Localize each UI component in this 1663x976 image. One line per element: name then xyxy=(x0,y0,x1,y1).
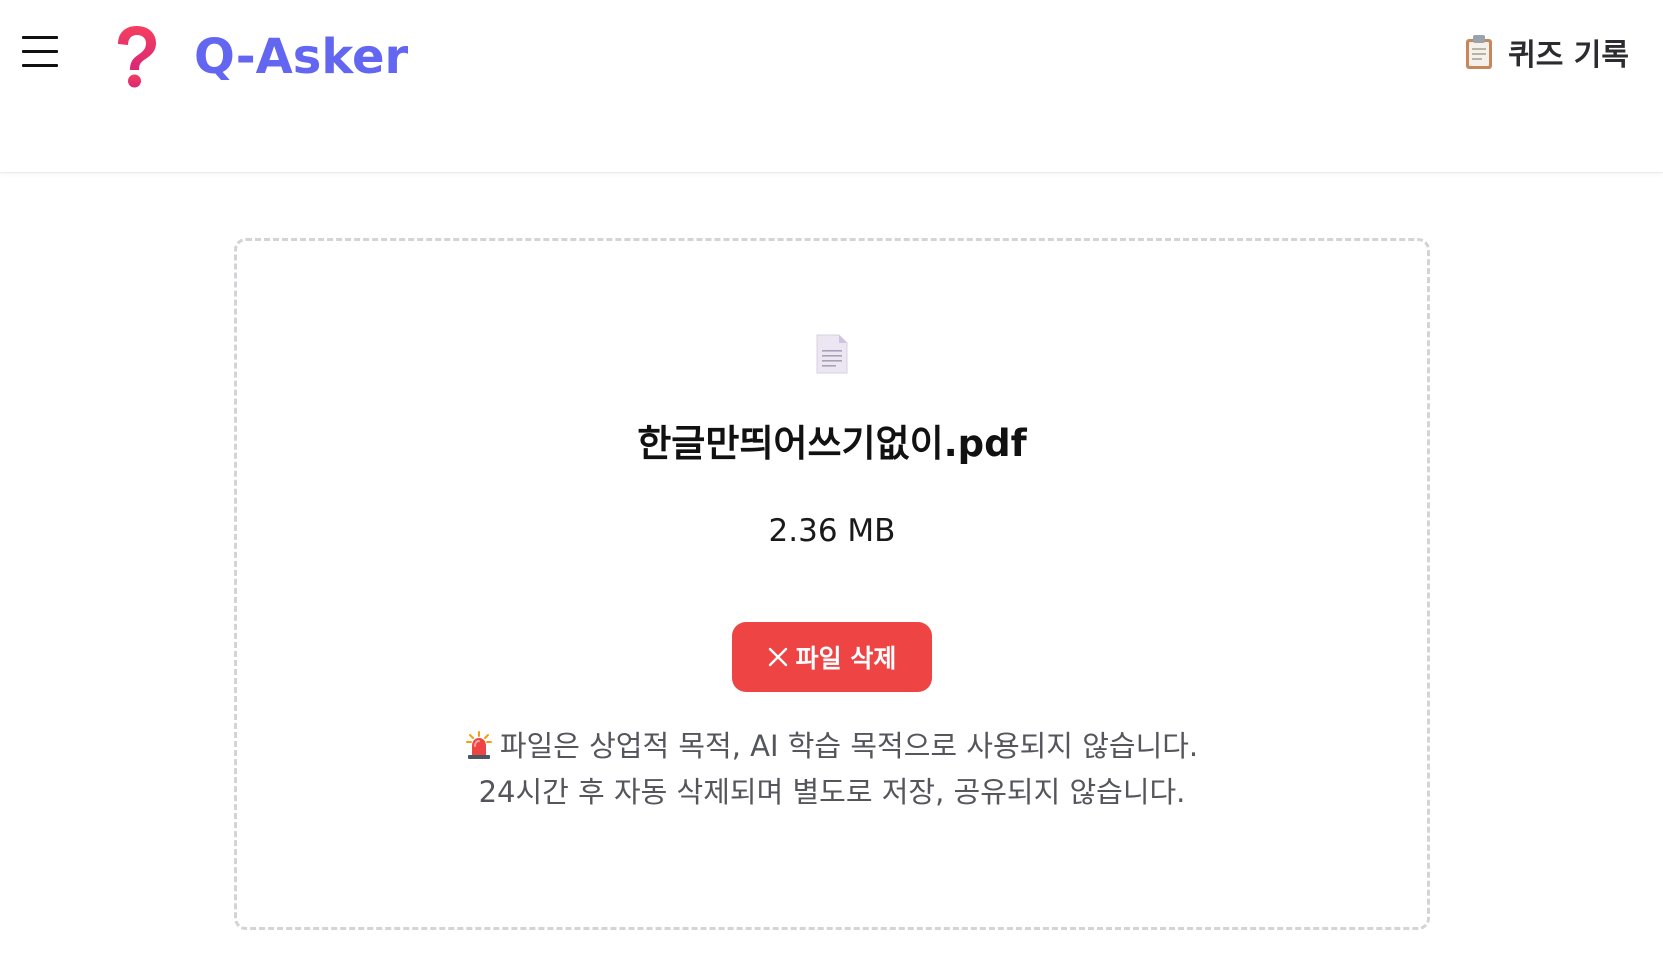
clipboard-icon xyxy=(1466,35,1493,69)
quiz-history-label: 퀴즈 기록 xyxy=(1508,38,1629,73)
privacy-notice-text-1: 파일은 상업적 목적, AI 학습 목적으로 사용되지 않습니다. xyxy=(499,729,1199,763)
privacy-notice-line-1: 파일은 상업적 목적, AI 학습 목적으로 사용되지 않습니다. xyxy=(237,723,1427,769)
uploaded-file-size: 2.36 MB xyxy=(768,513,896,549)
top-header: Q-Asker 퀴즈 기록 xyxy=(0,0,1663,173)
file-upload-area[interactable]: 한글만띄어쓰기없이.pdf 2.36 MB 파일 삭제 파일은 상업적 목적, … xyxy=(234,238,1430,930)
hamburger-menu-icon[interactable] xyxy=(22,34,58,70)
uploaded-file-name: 한글만띄어쓰기없이.pdf xyxy=(637,422,1027,465)
privacy-notice-line-2: 24시간 후 자동 삭제되며 별도로 저장, 공유되지 않습니다. xyxy=(478,775,1186,809)
close-icon xyxy=(768,647,787,667)
delete-file-label: 파일 삭제 xyxy=(795,644,897,673)
question-mark-icon xyxy=(118,26,156,88)
app-name: Q-Asker xyxy=(194,29,409,85)
app-logo[interactable]: Q-Asker xyxy=(110,22,408,92)
siren-icon xyxy=(465,731,492,759)
delete-file-button[interactable]: 파일 삭제 xyxy=(732,622,932,692)
document-icon xyxy=(816,334,848,374)
quiz-history-link[interactable]: 퀴즈 기록 xyxy=(1464,30,1629,74)
privacy-notice: 파일은 상업적 목적, AI 학습 목적으로 사용되지 않습니다. 24시간 후… xyxy=(237,723,1427,815)
